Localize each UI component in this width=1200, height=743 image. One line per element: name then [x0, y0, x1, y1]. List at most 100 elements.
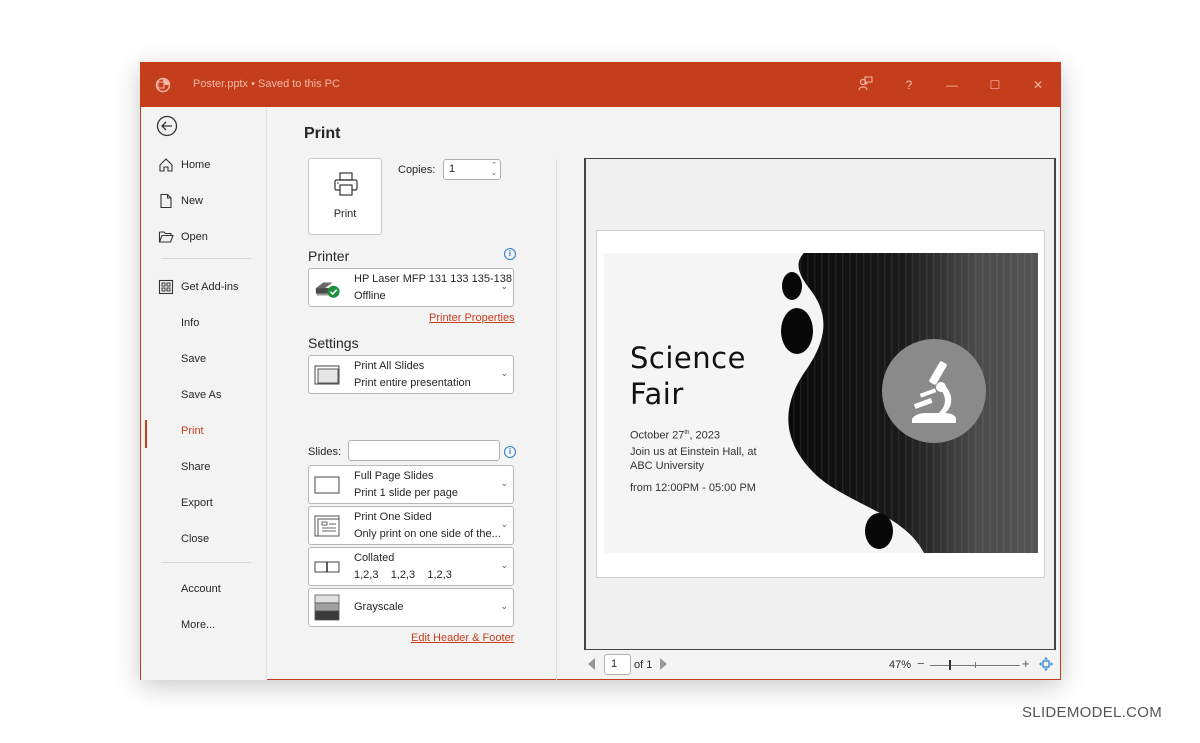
watermark: SLIDEMODEL.COM — [1022, 704, 1163, 721]
zoom-to-page-icon[interactable] — [1039, 657, 1053, 671]
nav-item-get-add-ins[interactable]: Get Add-ins — [141, 276, 267, 300]
layout-dropdown[interactable]: Full Page Slides Print 1 slide per page … — [308, 465, 514, 504]
slide-venue: Join us at Einstein Hall, at ABC Univers… — [630, 445, 757, 473]
back-arrow-icon[interactable] — [156, 115, 178, 137]
printer-section-title: Printer — [308, 248, 350, 264]
chevron-down-icon: ⌄ — [500, 368, 508, 378]
slides-info-icon[interactable]: i — [504, 446, 516, 458]
color-dropdown[interactable]: Grayscale ⌄ — [308, 588, 514, 627]
copies-stepper[interactable]: 1 ⌃ ⌄ — [443, 159, 501, 180]
setting-title: Print All Slides — [354, 360, 425, 372]
slide-title-line: Fair — [630, 377, 684, 411]
new-document-icon — [160, 193, 172, 209]
date-text: October 27 — [630, 429, 685, 442]
sides-dropdown[interactable]: Print One Sided Only print on one side o… — [308, 506, 514, 545]
page-number-value: 1 — [611, 658, 618, 670]
nav-item-info[interactable]: Info — [141, 312, 267, 336]
spin-down-icon[interactable]: ⌄ — [491, 169, 497, 177]
microscope-icon — [912, 361, 956, 423]
nav-item-label: Get Add-ins — [181, 281, 239, 293]
nav-item-label: Share — [181, 461, 211, 473]
nav-item-export[interactable]: Export — [141, 492, 267, 516]
chevron-down-icon: ⌄ — [500, 560, 508, 570]
one-sided-icon — [314, 515, 340, 537]
printer-properties-link[interactable]: Printer Properties — [429, 312, 515, 324]
nav-item-label: New — [181, 195, 204, 207]
nav-item-label: Export — [181, 497, 213, 509]
nav-item-home[interactable]: Home — [141, 154, 267, 178]
print-range-dropdown[interactable]: Print All Slides Print entire presentati… — [308, 355, 514, 394]
nav-item-share[interactable]: Share — [141, 456, 267, 480]
presenter-coaching-button[interactable] — [855, 75, 875, 95]
setting-title: Print One Sided — [354, 511, 432, 523]
nav-item-label: More... — [181, 619, 216, 631]
panel-divider — [556, 159, 557, 680]
add-ins-grid-icon — [158, 279, 174, 295]
nav-separator — [161, 562, 251, 563]
setting-title: Grayscale — [354, 601, 404, 613]
slides-stack-icon — [314, 365, 340, 385]
setting-title: Full Page Slides — [354, 470, 434, 482]
settings-section-title: Settings — [308, 335, 359, 351]
slide-title: Science Fair — [630, 340, 746, 412]
preview-pager: 1 of 1 47% − + — [584, 653, 1056, 677]
printer-status-icon — [315, 282, 340, 298]
preview-page: Science Fair October 27th, 2023 Join us … — [596, 230, 1045, 578]
nav-item-label: Info — [181, 317, 200, 329]
chevron-down-icon: ⌄ — [500, 281, 508, 291]
maximize-button[interactable]: ☐ — [985, 75, 1005, 95]
printer-info-icon[interactable]: i — [504, 248, 516, 260]
grayscale-icon — [314, 594, 340, 621]
slide-title-line: Science — [630, 341, 746, 375]
folder-open-icon — [158, 231, 174, 243]
presenter-icon — [858, 76, 873, 91]
print-button[interactable]: Print — [308, 158, 382, 235]
nav-item-close[interactable]: Close — [141, 528, 267, 552]
chevron-down-icon: ⌄ — [500, 478, 508, 488]
zoom-percent[interactable]: 47% — [889, 659, 911, 671]
minimize-button[interactable]: — — [942, 75, 962, 95]
spin-up-icon[interactable]: ⌃ — [491, 161, 497, 169]
nav-item-account[interactable]: Account — [141, 578, 267, 602]
collation-dropdown[interactable]: Collated 1,2,3 1,2,3 1,2,3 ⌄ — [308, 547, 514, 586]
collated-icon — [314, 561, 340, 573]
page-title: Print — [304, 125, 341, 142]
chevron-down-icon: ⌄ — [500, 601, 508, 611]
zoom-out-button[interactable]: − — [917, 656, 925, 671]
nav-item-label: Account — [181, 583, 221, 595]
previous-page-icon[interactable] — [588, 658, 595, 670]
setting-description: Only print on one side of the... — [354, 528, 501, 540]
zoom-slider-thumb[interactable] — [949, 660, 951, 670]
zoom-in-button[interactable]: + — [1022, 656, 1030, 671]
page-count: of 1 — [634, 659, 653, 671]
slides-input[interactable] — [348, 440, 500, 461]
printer-name: HP Laser MFP 131 133 135-138 — [354, 273, 512, 285]
nav-item-save-as[interactable]: Save As — [141, 384, 267, 408]
printer-dropdown[interactable]: HP Laser MFP 131 133 135-138 Offline ⌄ — [308, 268, 514, 307]
full-page-icon — [314, 476, 340, 494]
nav-item-more[interactable]: More... — [141, 614, 267, 638]
help-button[interactable]: ? — [899, 75, 919, 95]
edit-header-footer-link[interactable]: Edit Header & Footer — [411, 632, 514, 644]
setting-title: Collated — [354, 552, 395, 564]
nav-item-label: Home — [181, 159, 211, 171]
nav-item-open[interactable]: Open — [141, 226, 267, 250]
title-bar: Poster.pptx • Saved to this PC ? — ☐ ✕ — [141, 63, 1060, 107]
nav-item-label: Save As — [181, 389, 222, 401]
date-year: , 2023 — [689, 429, 721, 442]
nav-item-label: Open — [181, 231, 208, 243]
backstage-nav: Home New Open Get Add-ins Info Save Save… — [141, 107, 267, 680]
print-settings-panel: Print Print Copies: 1 ⌃ ⌄ Printer i HP L… — [268, 107, 556, 680]
nav-item-new[interactable]: New — [141, 190, 267, 214]
page-number-input[interactable]: 1 — [604, 654, 631, 675]
setting-description: Print entire presentation — [354, 377, 471, 389]
document-title: Poster.pptx • Saved to this PC — [193, 78, 340, 90]
next-page-icon[interactable] — [660, 658, 667, 670]
nav-item-save[interactable]: Save — [141, 348, 267, 372]
close-window-button[interactable]: ✕ — [1028, 75, 1048, 95]
copies-value: 1 — [449, 163, 456, 175]
printer-status: Offline — [354, 290, 386, 302]
zoom-slider-center-tick — [975, 662, 976, 668]
slides-label: Slides: — [308, 446, 342, 458]
nav-item-print[interactable]: Print — [141, 420, 267, 448]
